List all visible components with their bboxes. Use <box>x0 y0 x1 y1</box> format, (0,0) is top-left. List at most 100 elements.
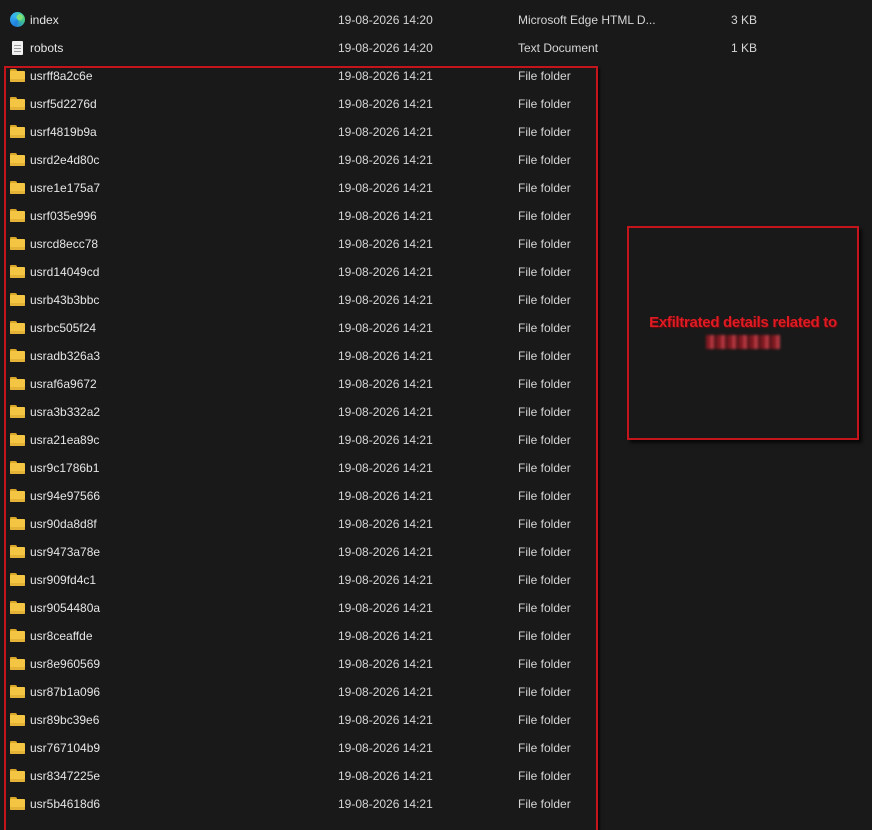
folder-icon <box>10 433 26 447</box>
date-modified: 19-08-2026 14:21 <box>338 797 433 811</box>
date-modified: 19-08-2026 14:21 <box>338 461 433 475</box>
date-modified: 19-08-2026 14:21 <box>338 181 433 195</box>
file-type: File folder <box>518 797 571 811</box>
file-name: usradb326a3 <box>30 349 101 363</box>
file-name: usrff8a2c6e <box>30 69 93 83</box>
folder-row[interactable]: usr909fd4c1 19-08-2026 14:21 File folder <box>0 566 872 594</box>
date-modified: 19-08-2026 14:21 <box>338 153 433 167</box>
file-row[interactable]: robots 19-08-2026 14:20 Text Document 1 KB <box>0 34 872 62</box>
file-type: File folder <box>518 293 571 307</box>
file-type: File folder <box>518 769 571 783</box>
date-modified: 19-08-2026 14:21 <box>338 377 433 391</box>
file-type: File folder <box>518 713 571 727</box>
file-type: File folder <box>518 685 571 699</box>
file-type: File folder <box>518 125 571 139</box>
file-type: File folder <box>518 181 571 195</box>
date-modified: 19-08-2026 14:21 <box>338 769 433 783</box>
file-type: File folder <box>518 265 571 279</box>
folder-row[interactable]: usr89bc39e6 19-08-2026 14:21 File folder <box>0 706 872 734</box>
folder-icon <box>10 321 26 335</box>
date-modified: 19-08-2026 14:21 <box>338 349 433 363</box>
date-modified: 19-08-2026 14:21 <box>338 237 433 251</box>
folder-icon <box>10 489 26 503</box>
text-document-icon <box>12 41 23 55</box>
file-type: File folder <box>518 545 571 559</box>
date-modified: 19-08-2026 14:21 <box>338 517 433 531</box>
file-name: robots <box>30 41 64 55</box>
folder-icon <box>10 769 26 783</box>
date-modified: 19-08-2026 14:21 <box>338 489 433 503</box>
date-modified: 19-08-2026 14:21 <box>338 293 433 307</box>
date-modified: 19-08-2026 14:21 <box>338 321 433 335</box>
folder-icon <box>10 237 26 251</box>
folder-row[interactable]: usr9054480a 19-08-2026 14:21 File folder <box>0 594 872 622</box>
date-modified: 19-08-2026 14:20 <box>338 13 433 27</box>
file-name: usr9473a78e <box>30 545 101 559</box>
file-name: usrf035e996 <box>30 209 97 223</box>
folder-row[interactable]: usr94e97566 19-08-2026 14:21 File folder <box>0 482 872 510</box>
file-size: 3 KB <box>731 13 758 27</box>
folder-row[interactable]: usr5b4618d6 19-08-2026 14:21 File folder <box>0 790 872 818</box>
date-modified: 19-08-2026 14:21 <box>338 433 433 447</box>
folder-row[interactable]: usr8ceaffde 19-08-2026 14:21 File folder <box>0 622 872 650</box>
file-type: File folder <box>518 489 571 503</box>
folder-row[interactable]: usr9473a78e 19-08-2026 14:21 File folder <box>0 538 872 566</box>
file-name: usr767104b9 <box>30 741 101 755</box>
file-type: File folder <box>518 377 571 391</box>
file-name: usrf4819b9a <box>30 125 97 139</box>
folder-icon <box>10 181 26 195</box>
file-name: index <box>30 13 59 27</box>
folder-icon <box>10 741 26 755</box>
file-type: File folder <box>518 461 571 475</box>
folder-row[interactable]: usr90da8d8f 19-08-2026 14:21 File folder <box>0 510 872 538</box>
file-type: File folder <box>518 405 571 419</box>
folder-icon <box>10 517 26 531</box>
date-modified: 19-08-2026 14:21 <box>338 405 433 419</box>
folder-icon <box>10 601 26 615</box>
file-type: File folder <box>518 237 571 251</box>
file-row[interactable]: index 19-08-2026 14:20 Microsoft Edge HTML… <box>0 6 872 34</box>
folder-icon <box>10 461 26 475</box>
folder-icon <box>10 713 26 727</box>
folder-row[interactable]: usre1e175a7 19-08-2026 14:21 File folder <box>0 174 872 202</box>
file-name: usr8e960569 <box>30 657 101 671</box>
file-name: usr94e97566 <box>30 489 101 503</box>
folder-icon <box>10 405 26 419</box>
folder-icon <box>10 629 26 643</box>
file-name: usrd14049cd <box>30 265 100 279</box>
callout-text: Exfiltrated details related to <box>649 314 837 331</box>
folder-row[interactable]: usrd2e4d80c 19-08-2026 14:21 File folder <box>0 146 872 174</box>
folder-icon <box>10 657 26 671</box>
date-modified: 19-08-2026 14:21 <box>338 601 433 615</box>
folder-icon <box>10 349 26 363</box>
folder-row[interactable]: usr8347225e 19-08-2026 14:21 File folder <box>0 762 872 790</box>
file-type: File folder <box>518 97 571 111</box>
date-modified: 19-08-2026 14:21 <box>338 657 433 671</box>
file-name: usra21ea89c <box>30 433 100 447</box>
file-name: usr9c1786b1 <box>30 461 100 475</box>
folder-row[interactable]: usr9c1786b1 19-08-2026 14:21 File folder <box>0 454 872 482</box>
folder-row[interactable]: usr8e960569 19-08-2026 14:21 File folder <box>0 650 872 678</box>
file-name: usrb43b3bbc <box>30 293 100 307</box>
folder-row[interactable]: usrf5d2276d 19-08-2026 14:21 File folder <box>0 90 872 118</box>
date-modified: 19-08-2026 14:21 <box>338 713 433 727</box>
annotation-callout: Exfiltrated details related to <box>627 226 859 440</box>
file-name: usrbc505f24 <box>30 321 97 335</box>
folder-icon <box>10 377 26 391</box>
folder-row[interactable]: usrf4819b9a 19-08-2026 14:21 File folder <box>0 118 872 146</box>
file-name: usra3b332a2 <box>30 405 101 419</box>
file-type: File folder <box>518 741 571 755</box>
folder-row[interactable]: usrff8a2c6e 19-08-2026 14:21 File folder <box>0 62 872 90</box>
file-name: usr5b4618d6 <box>30 797 101 811</box>
file-name: usrd2e4d80c <box>30 153 100 167</box>
file-type: File folder <box>518 349 571 363</box>
date-modified: 19-08-2026 14:21 <box>338 629 433 643</box>
folder-row[interactable]: usr87b1a096 19-08-2026 14:21 File folder <box>0 678 872 706</box>
file-name: usr90da8d8f <box>30 517 97 531</box>
file-type: File folder <box>518 153 571 167</box>
date-modified: 19-08-2026 14:21 <box>338 209 433 223</box>
date-modified: 19-08-2026 14:21 <box>338 573 433 587</box>
folder-icon <box>10 293 26 307</box>
file-type: Text Document <box>518 41 599 55</box>
folder-row[interactable]: usr767104b9 19-08-2026 14:21 File folder <box>0 734 872 762</box>
